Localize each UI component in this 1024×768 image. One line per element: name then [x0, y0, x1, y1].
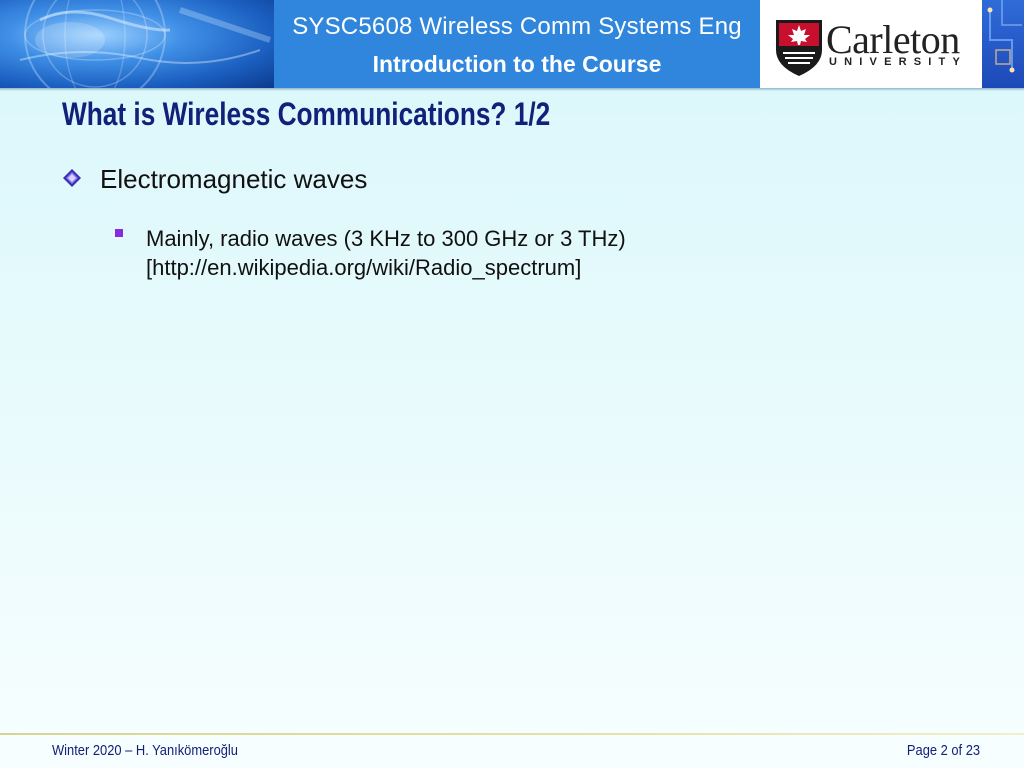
shield-icon	[776, 20, 822, 76]
header-globe-image	[0, 0, 274, 88]
course-subtitle: Introduction to the Course	[372, 51, 662, 77]
sub-bullet-line: Mainly, radio waves (3 KHz to 300 GHz or…	[146, 226, 626, 251]
bullet-text: Electromagnetic waves	[100, 164, 368, 194]
slide-title: What is Wireless Communications? 1/2	[62, 96, 551, 132]
footer-divider	[0, 733, 1024, 735]
square-bullet-icon	[115, 229, 123, 237]
header-shadow	[0, 88, 1024, 91]
header-title-band: SYSC5608 Wireless Comm Systems Eng Intro…	[274, 0, 760, 88]
sub-bullet-link: [http://en.wikipedia.org/wiki/Radio_spec…	[146, 255, 582, 280]
header-circuit-image	[982, 0, 1024, 88]
sub-bullet-text: Mainly, radio waves (3 KHz to 300 GHz or…	[146, 224, 626, 282]
page-number: Page 2 of 23	[906, 742, 980, 759]
footer-author: Winter 2020 – H. Yanıkömeroğlu	[52, 742, 238, 759]
course-title: SYSC5608 Wireless Comm Systems Eng	[292, 13, 742, 40]
slide-header: SYSC5608 Wireless Comm Systems Eng Intro…	[0, 0, 1024, 91]
logo-university: UNIVERSITY	[829, 56, 968, 68]
diamond-bullet-icon	[63, 169, 81, 187]
